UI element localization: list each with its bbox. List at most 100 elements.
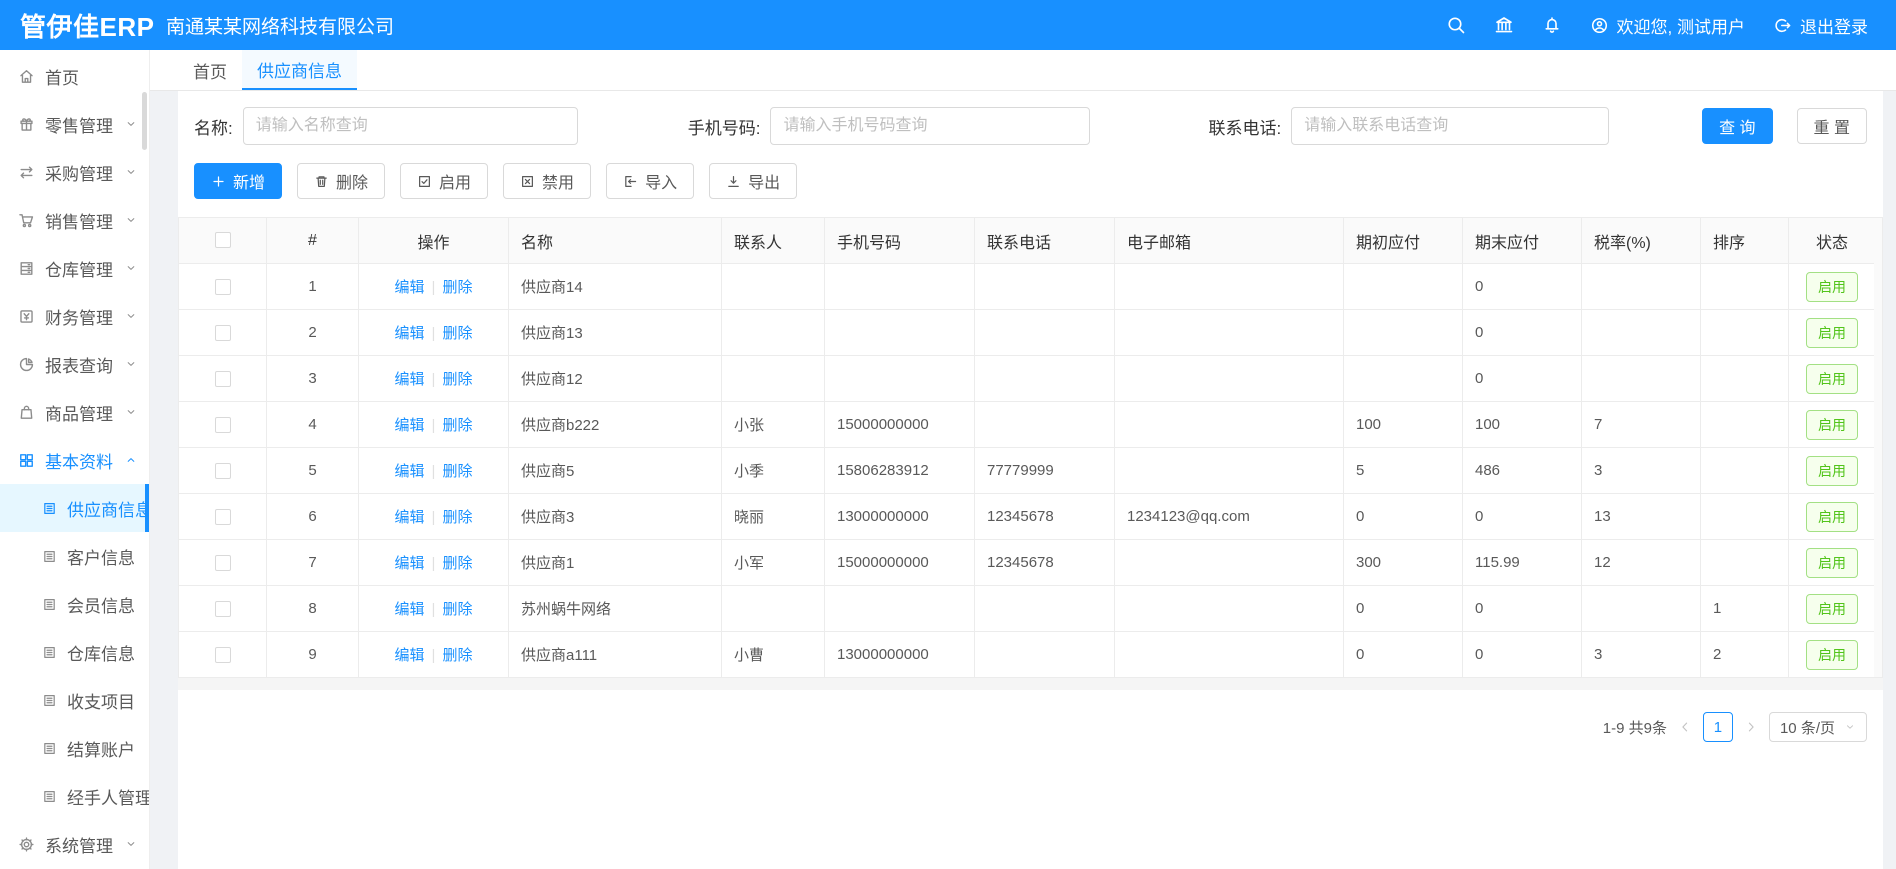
sidebar-subitem-member[interactable]: 会员信息 <box>0 580 149 628</box>
bell-icon[interactable] <box>1542 15 1562 35</box>
supplier-table: #操作名称联系人手机号码联系电话电子邮箱期初应付期末应付税率(%)排序状态 1编… <box>178 217 1876 678</box>
edit-link[interactable]: 编辑 <box>395 279 425 296</box>
delete-link[interactable]: 删除 <box>442 371 472 388</box>
cell-contact: 晓丽 <box>722 494 825 540</box>
edit-link[interactable]: 编辑 <box>395 555 425 572</box>
name-filter-input[interactable] <box>243 107 578 145</box>
delete-link[interactable]: 删除 <box>442 509 472 526</box>
page-size-select[interactable]: 10 条/页 <box>1769 712 1867 742</box>
search-button[interactable]: 查 询 <box>1702 108 1772 144</box>
sidebar-item-label: 基本资料 <box>45 448 125 473</box>
reset-button[interactable]: 重 置 <box>1797 108 1867 144</box>
sidebar-item-retail[interactable]: 零售管理 <box>0 100 149 148</box>
sidebar-item-home[interactable]: 首页 <box>0 52 149 100</box>
row-checkbox[interactable] <box>215 417 231 433</box>
edit-link[interactable]: 编辑 <box>395 371 425 388</box>
cell-index: 1 <box>267 264 359 310</box>
delete-link[interactable]: 删除 <box>442 279 472 296</box>
delete-link[interactable]: 删除 <box>442 325 472 342</box>
sidebar-subitem-customer[interactable]: 客户信息 <box>0 532 149 580</box>
cell-tax <box>1582 356 1701 402</box>
page-number-button[interactable]: 1 <box>1703 712 1733 742</box>
edit-link[interactable]: 编辑 <box>395 601 425 618</box>
status-badge: 启用 <box>1806 594 1858 624</box>
finance-icon <box>18 308 35 325</box>
delete-button[interactable]: 删除 <box>297 163 385 199</box>
row-checkbox[interactable] <box>215 279 231 295</box>
cell-closing: 0 <box>1463 494 1582 540</box>
row-checkbox[interactable] <box>215 463 231 479</box>
sidebar-subitem-label: 结算账户 <box>67 736 135 761</box>
edit-link[interactable]: 编辑 <box>395 325 425 342</box>
import-button[interactable]: 导入 <box>606 163 694 199</box>
next-page-icon[interactable] <box>1744 720 1758 734</box>
edit-link[interactable]: 编辑 <box>395 647 425 664</box>
delete-link[interactable]: 删除 <box>442 417 472 434</box>
cell-status: 启用 <box>1789 310 1876 356</box>
edit-link[interactable]: 编辑 <box>395 509 425 526</box>
enable-button[interactable]: 启用 <box>400 163 488 199</box>
edit-link[interactable]: 编辑 <box>395 463 425 480</box>
tab-supplier-info[interactable]: 供应商信息 <box>242 50 357 90</box>
cell-index: 8 <box>267 586 359 632</box>
disable-button[interactable]: 禁用 <box>503 163 591 199</box>
bank-icon[interactable] <box>1494 15 1514 35</box>
import-icon <box>623 174 638 189</box>
tel-filter-input[interactable] <box>1291 107 1609 145</box>
add-button[interactable]: 新增 <box>194 163 282 199</box>
table-vertical-scrollbar[interactable] <box>1874 217 1883 678</box>
delete-link[interactable]: 删除 <box>442 555 472 572</box>
row-checkbox[interactable] <box>215 509 231 525</box>
sidebar-item-report[interactable]: 报表查询 <box>0 340 149 388</box>
purchase-icon <box>18 164 35 181</box>
logout-button[interactable]: 退出登录 <box>1773 13 1868 38</box>
sidebar-item-label: 财务管理 <box>45 304 125 329</box>
row-checkbox[interactable] <box>215 371 231 387</box>
edit-link[interactable]: 编辑 <box>395 417 425 434</box>
cell-name: 供应商14 <box>509 264 722 310</box>
pagination: 1-9 共9条 1 10 条/页 <box>194 712 1867 742</box>
sidebar-subitem-income-expense[interactable]: 收支项目 <box>0 676 149 724</box>
sidebar-item-basic[interactable]: 基本资料 <box>0 436 149 484</box>
sidebar-scrollbar[interactable] <box>142 92 147 150</box>
row-checkbox[interactable] <box>215 555 231 571</box>
row-checkbox[interactable] <box>215 601 231 617</box>
sidebar-item-system[interactable]: 系统管理 <box>0 820 149 868</box>
cell-actions: 编辑|删除 <box>359 356 509 402</box>
sidebar-subitem-handler[interactable]: 经手人管理 <box>0 772 149 820</box>
cell-name: 供应商5 <box>509 448 722 494</box>
search-icon[interactable] <box>1446 15 1466 35</box>
sidebar-item-purchase[interactable]: 采购管理 <box>0 148 149 196</box>
row-checkbox[interactable] <box>215 325 231 341</box>
sidebar-item-finance[interactable]: 财务管理 <box>0 292 149 340</box>
column-header: 联系人 <box>722 218 825 264</box>
cell-name: 供应商3 <box>509 494 722 540</box>
cell-opening: 0 <box>1344 632 1463 678</box>
delete-link[interactable]: 删除 <box>442 463 472 480</box>
row-checkbox[interactable] <box>215 647 231 663</box>
cell-opening <box>1344 310 1463 356</box>
delete-link[interactable]: 删除 <box>442 647 472 664</box>
sidebar-item-sales[interactable]: 销售管理 <box>0 196 149 244</box>
prev-page-icon[interactable] <box>1678 720 1692 734</box>
table-head: #操作名称联系人手机号码联系电话电子邮箱期初应付期末应付税率(%)排序状态 <box>179 218 1876 264</box>
sidebar-subitem-warehouse-info[interactable]: 仓库信息 <box>0 628 149 676</box>
user-menu[interactable]: 欢迎您, 测试用户 <box>1590 13 1745 38</box>
cell-email <box>1115 448 1344 494</box>
sidebar-item-goods[interactable]: 商品管理 <box>0 388 149 436</box>
select-all-checkbox[interactable] <box>215 232 231 248</box>
tab-home[interactable]: 首页 <box>178 50 242 90</box>
export-button[interactable]: 导出 <box>709 163 797 199</box>
sidebar-subitem-label: 收支项目 <box>67 688 135 713</box>
gear-icon <box>18 836 35 853</box>
cell-opening: 0 <box>1344 586 1463 632</box>
app-header: 管伊佳ERP 南通某某网络科技有限公司 欢迎您, 测试用户 退出登录 <box>0 0 1896 50</box>
cell-index: 9 <box>267 632 359 678</box>
sidebar-item-warehouse[interactable]: 仓库管理 <box>0 244 149 292</box>
table-horizontal-scrollbar[interactable] <box>178 678 1883 690</box>
sidebar-item-label: 销售管理 <box>45 208 125 233</box>
sidebar-subitem-settlement-account[interactable]: 结算账户 <box>0 724 149 772</box>
sidebar-subitem-supplier[interactable]: 供应商信息 <box>0 484 149 532</box>
delete-link[interactable]: 删除 <box>442 601 472 618</box>
phone-filter-input[interactable] <box>770 107 1090 145</box>
